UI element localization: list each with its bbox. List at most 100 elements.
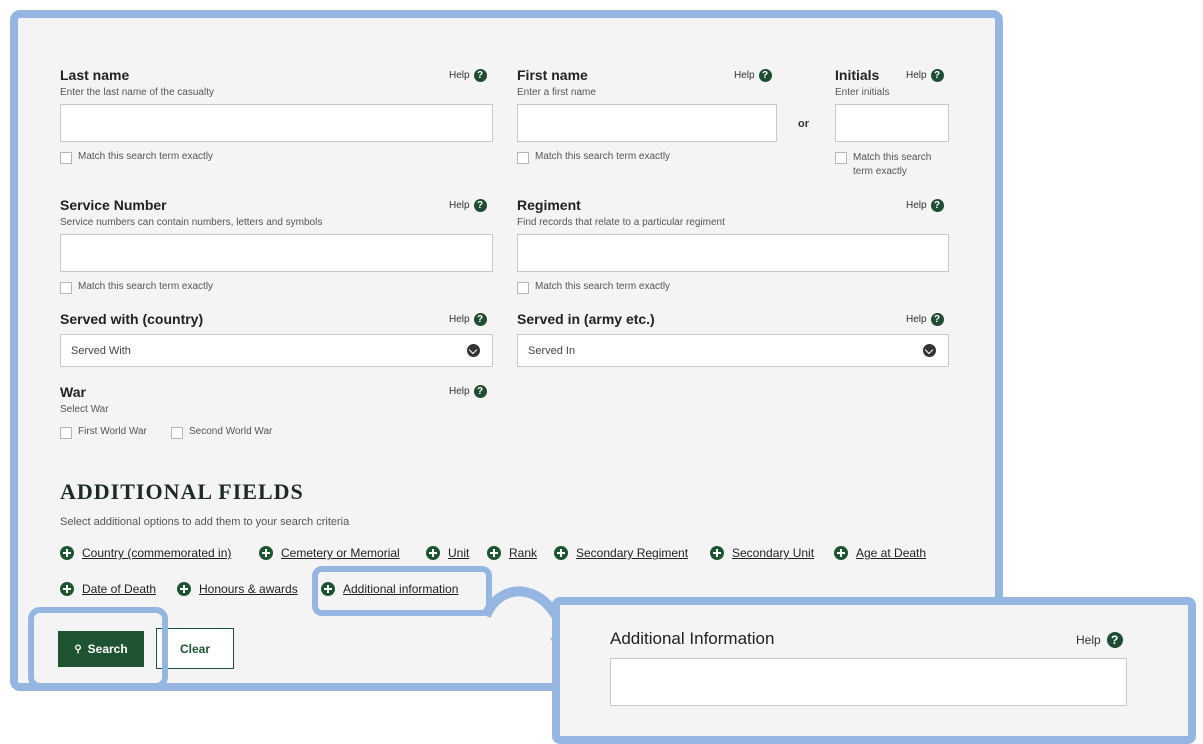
last-name-help[interactable]: Help? — [449, 69, 487, 82]
last-name-exact-checkbox[interactable]: Match this search term exactly — [60, 151, 213, 164]
last-name-input[interactable] — [60, 104, 493, 142]
checkbox-box[interactable] — [60, 152, 72, 164]
help-text: Help — [906, 70, 927, 81]
add-country-link[interactable]: Country (commemorated in) — [60, 546, 231, 560]
link-label: Cemetery or Memorial — [281, 546, 400, 560]
help-text: Help — [906, 200, 927, 211]
last-name-label: Last name — [60, 67, 130, 83]
add-date-of-death-link[interactable]: Date of Death — [60, 582, 156, 596]
regiment-help[interactable]: Help? — [906, 199, 944, 212]
served-with-label: Served with (country) — [60, 311, 204, 327]
first-name-exact-checkbox[interactable]: Match this search term exactly — [517, 151, 670, 164]
help-text: Help — [1076, 633, 1101, 647]
initials-input[interactable] — [835, 104, 949, 142]
link-label: Honours & awards — [199, 582, 298, 596]
served-with-value: Served With — [71, 344, 131, 357]
question-icon: ? — [758, 69, 772, 82]
link-label: Unit — [448, 546, 470, 560]
link-label: Age at Death — [856, 546, 927, 560]
additional-information-label: Additional Information — [610, 629, 775, 648]
initials-help[interactable]: Help? — [906, 69, 944, 82]
add-secondary-regiment-link[interactable]: Secondary Regiment — [554, 546, 688, 560]
first-name-help[interactable]: Help? — [734, 69, 772, 82]
regiment-input[interactable] — [517, 234, 949, 272]
question-icon: ? — [930, 313, 944, 326]
service-number-help[interactable]: Help? — [449, 199, 487, 212]
war-hint: Select War — [60, 404, 109, 415]
served-in-select[interactable]: Served In — [517, 334, 949, 367]
link-label: Secondary Unit — [732, 546, 815, 560]
war-option-first[interactable]: First World War — [60, 426, 147, 439]
plus-circle-icon — [60, 582, 74, 596]
first-name-input[interactable] — [517, 104, 777, 142]
service-number-hint: Service numbers can contain numbers, let… — [60, 217, 323, 228]
question-icon: ? — [473, 69, 487, 82]
question-icon: ? — [930, 69, 944, 82]
link-label: Rank — [509, 546, 538, 560]
initials-exact-checkbox[interactable]: Match this search term exactly — [835, 151, 931, 179]
plus-circle-icon — [710, 546, 724, 560]
checkbox-label-line1: Match this search — [853, 152, 932, 163]
help-text: Help — [449, 314, 470, 325]
plus-circle-icon — [259, 546, 273, 560]
regiment-hint: Find records that relate to a particular… — [517, 217, 725, 228]
additional-information-help[interactable]: Help? — [1076, 632, 1123, 648]
checkbox-box[interactable] — [60, 427, 72, 439]
served-in-value: Served In — [528, 344, 576, 357]
question-icon: ? — [473, 385, 487, 398]
initials-label: Initials — [835, 67, 880, 83]
checkbox-label: Match this search term exactly — [853, 151, 931, 179]
add-age-at-death-link[interactable]: Age at Death — [834, 546, 926, 560]
regiment-exact-checkbox[interactable]: Match this search term exactly — [517, 281, 670, 294]
service-number-label: Service Number — [60, 197, 167, 213]
checkbox-box[interactable] — [60, 282, 72, 294]
add-honours-link[interactable]: Honours & awards — [177, 582, 298, 596]
search-button-highlight — [28, 607, 168, 689]
help-text: Help — [449, 70, 470, 81]
checkbox-box[interactable] — [517, 282, 529, 294]
checkbox-box[interactable] — [171, 427, 183, 439]
plus-circle-icon — [177, 582, 191, 596]
help-text: Help — [734, 70, 755, 81]
service-number-input[interactable] — [60, 234, 493, 272]
additional-information-highlight — [312, 566, 492, 616]
served-with-help[interactable]: Help? — [449, 313, 487, 326]
add-unit-link[interactable]: Unit — [426, 546, 469, 560]
checkbox-label: Match this search term exactly — [78, 151, 214, 162]
question-icon: ? — [473, 199, 487, 212]
checkbox-box[interactable] — [835, 152, 847, 164]
checkbox-label-line2: term exactly — [853, 166, 907, 177]
question-icon: ? — [473, 313, 487, 326]
help-text: Help — [449, 386, 470, 397]
served-with-select[interactable]: Served With — [60, 334, 493, 367]
plus-circle-icon — [834, 546, 848, 560]
checkbox-box[interactable] — [517, 152, 529, 164]
initials-hint: Enter initials — [835, 87, 890, 98]
war-help[interactable]: Help? — [449, 385, 487, 398]
service-number-exact-checkbox[interactable]: Match this search term exactly — [60, 281, 213, 294]
additional-information-input[interactable] — [610, 658, 1127, 706]
plus-circle-icon — [487, 546, 501, 560]
question-icon: ? — [930, 199, 944, 212]
first-name-hint: Enter a first name — [517, 87, 596, 98]
add-cemetery-link[interactable]: Cemetery or Memorial — [259, 546, 400, 560]
checkbox-label: Second World War — [189, 426, 273, 437]
last-name-hint: Enter the last name of the casualty — [60, 87, 214, 98]
question-icon: ? — [1106, 632, 1123, 648]
regiment-label: Regiment — [517, 197, 581, 213]
add-secondary-unit-link[interactable]: Secondary Unit — [710, 546, 814, 560]
additional-fields-hint: Select additional options to add them to… — [60, 516, 350, 528]
help-text: Help — [906, 314, 927, 325]
link-label: Country (commemorated in) — [82, 546, 232, 560]
served-in-help[interactable]: Help? — [906, 313, 944, 326]
checkbox-label: Match this search term exactly — [78, 281, 214, 292]
war-label: War — [60, 384, 86, 400]
add-rank-link[interactable]: Rank — [487, 546, 537, 560]
additional-fields-heading: ADDITIONAL FIELDS — [60, 479, 304, 504]
war-option-second[interactable]: Second World War — [171, 426, 272, 439]
link-label: Secondary Regiment — [576, 546, 689, 560]
chevron-down-icon — [467, 344, 480, 357]
checkbox-label: Match this search term exactly — [535, 151, 671, 162]
help-text: Help — [449, 200, 470, 211]
plus-circle-icon — [426, 546, 440, 560]
